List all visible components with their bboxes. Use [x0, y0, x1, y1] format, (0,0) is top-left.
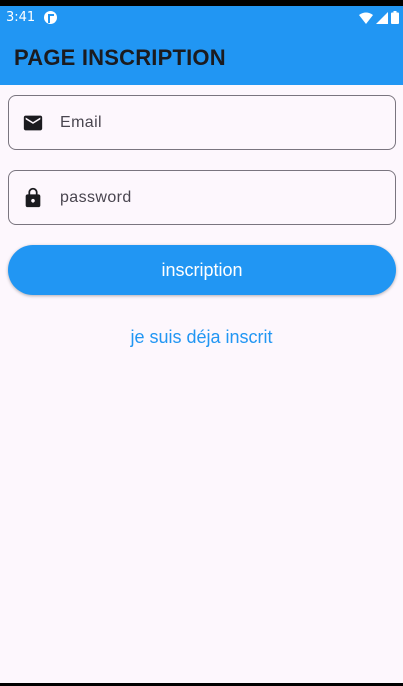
battery-icon [391, 11, 399, 24]
mail-icon [23, 115, 43, 131]
password-field[interactable]: password [8, 170, 396, 225]
email-field[interactable]: Email [8, 95, 396, 150]
app-notification-icon [44, 11, 57, 24]
lock-icon [25, 187, 41, 208]
password-placeholder: password [60, 189, 132, 206]
inscription-button[interactable]: inscription [8, 245, 396, 295]
status-icons [359, 11, 399, 24]
app-screen: 3:41 PAGE INSCRIPTION Email password ins… [0, 6, 403, 683]
status-time: 3:41 [6, 10, 36, 25]
page-title: PAGE INSCRIPTION [14, 45, 226, 70]
status-bar: 3:41 [0, 6, 403, 30]
signal-icon [376, 11, 388, 24]
email-placeholder: Email [60, 114, 103, 131]
already-registered-link[interactable]: je suis déja inscrit [0, 327, 403, 348]
app-bar: PAGE INSCRIPTION [0, 30, 403, 85]
wifi-icon [359, 12, 373, 24]
